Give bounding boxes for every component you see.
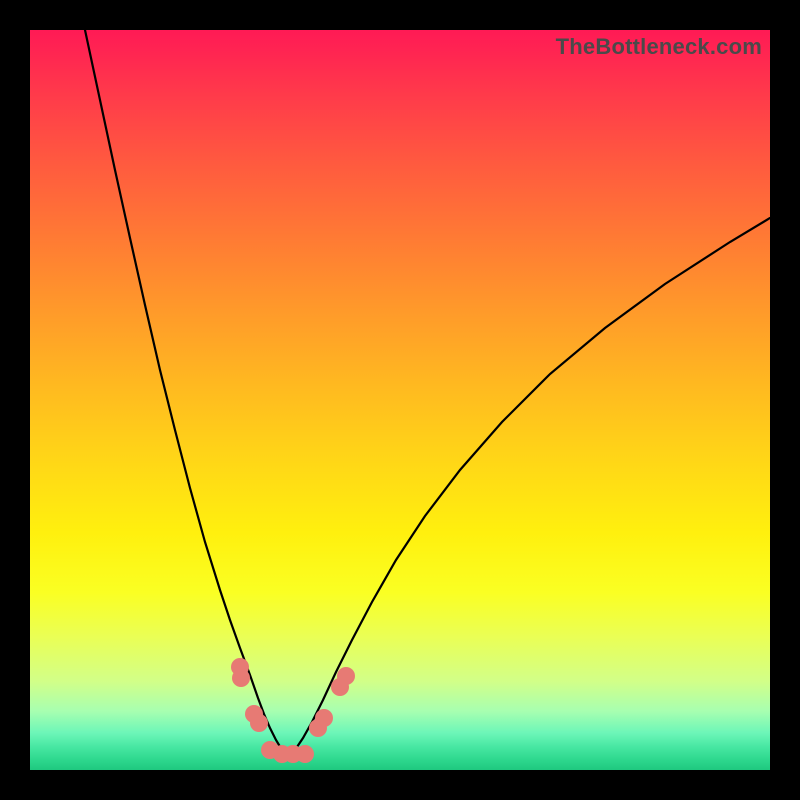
right-curve bbox=[288, 218, 770, 758]
data-marker bbox=[337, 667, 355, 685]
curves-layer bbox=[30, 30, 770, 770]
data-marker bbox=[250, 714, 268, 732]
chart-frame: TheBottleneck.com bbox=[0, 0, 800, 800]
data-marker bbox=[296, 745, 314, 763]
left-curve bbox=[85, 30, 288, 758]
plot-area: TheBottleneck.com bbox=[30, 30, 770, 770]
data-marker bbox=[315, 709, 333, 727]
data-marker bbox=[232, 669, 250, 687]
